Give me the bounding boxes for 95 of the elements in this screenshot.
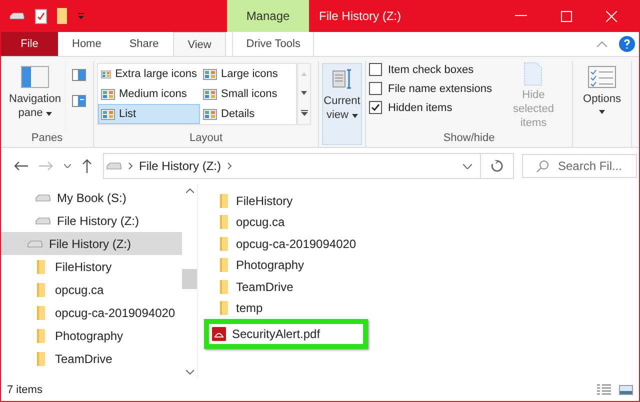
view-icon — [101, 68, 112, 80]
large-icons-view-icon[interactable] — [619, 385, 633, 395]
caret-icon — [46, 112, 52, 116]
more-icon[interactable] — [300, 110, 308, 116]
view-icon — [101, 108, 115, 120]
maximize-icon[interactable] — [561, 10, 572, 22]
column-width-icon — [331, 68, 353, 90]
refresh-button[interactable] — [480, 153, 514, 179]
breadcrumb[interactable]: File History (Z:) — [139, 159, 221, 173]
checkbox-label[interactable]: Hidden items — [388, 102, 452, 114]
group-label: Panes — [30, 132, 64, 146]
back-icon[interactable] — [14, 161, 28, 171]
drive-icon — [35, 216, 51, 224]
scroll-down-icon[interactable] — [301, 90, 307, 95]
close-icon[interactable] — [606, 10, 617, 22]
view-icon — [101, 88, 115, 100]
group-label: Show/hide — [442, 132, 496, 146]
layout-option[interactable]: Large icons — [200, 64, 296, 84]
checklist-icon — [588, 66, 616, 88]
dropdown-icon[interactable] — [77, 12, 85, 20]
scroll-down-icon[interactable] — [186, 370, 194, 375]
scroll-thumb[interactable] — [182, 269, 197, 289]
preview-pane-icon[interactable] — [72, 69, 86, 81]
page-icon — [522, 62, 544, 86]
folder-icon — [37, 282, 45, 296]
nav-item[interactable]: My Book (S:) — [1, 186, 182, 209]
checkbox[interactable] — [369, 82, 382, 95]
checklist-icon[interactable] — [35, 8, 47, 24]
checkbox-label[interactable]: Item check boxes — [388, 64, 474, 76]
caret-icon — [599, 110, 605, 114]
details-view-icon[interactable] — [597, 384, 611, 396]
navigation-pane-button[interactable]: Navigation pane — [4, 61, 66, 132]
context-tab-header: Manage — [227, 0, 309, 32]
view-icon — [203, 88, 217, 100]
navigation-pane-icon — [21, 66, 49, 88]
ribbon-tab[interactable]: File — [1, 32, 58, 56]
search-field[interactable]: Search Fil... — [522, 154, 637, 178]
view-icon — [203, 108, 217, 120]
checkbox[interactable] — [369, 101, 382, 114]
folder-icon — [37, 260, 45, 274]
nav-item[interactable]: File History (Z:) — [1, 209, 182, 232]
nav-item[interactable]: opcug-ca-2019094020 — [1, 301, 182, 324]
file-item[interactable]: SecurityAlert.pdf — [204, 319, 368, 349]
window-title: File History (Z:) — [319, 9, 401, 23]
help-icon[interactable] — [619, 36, 635, 52]
file-item[interactable]: Photography — [212, 254, 362, 276]
chevron-icon[interactable] — [128, 162, 133, 170]
drive-icon — [106, 162, 122, 170]
folder-icon — [37, 352, 45, 366]
collapse-ribbon-icon[interactable] — [597, 41, 607, 47]
nav-item[interactable]: opcug.ca — [1, 278, 182, 301]
file-item[interactable]: opcug-ca-2019094020 — [212, 233, 362, 254]
drive-icon — [9, 11, 25, 21]
file-item[interactable]: opcug.ca — [212, 212, 362, 233]
item-count: 7 items — [7, 384, 42, 396]
folder-icon — [220, 236, 228, 251]
scroll-up-icon[interactable] — [186, 188, 194, 193]
recent-dropdown-icon[interactable] — [64, 164, 71, 168]
folder-icon — [220, 280, 228, 294]
file-item[interactable]: FileHistory — [212, 190, 362, 212]
layout-option[interactable]: Medium icons — [98, 84, 200, 104]
ribbon-tab[interactable]: Drive Tools — [232, 32, 314, 56]
ribbon-tab[interactable]: View — [172, 32, 226, 56]
dropdown-icon[interactable] — [463, 164, 472, 168]
chevron-icon[interactable] — [227, 162, 232, 170]
checkbox-label[interactable]: File name extensions — [388, 82, 492, 94]
folder-icon — [220, 215, 228, 230]
refresh-icon — [491, 160, 503, 172]
drive-icon — [27, 240, 43, 248]
group-label: Layout — [188, 132, 224, 146]
checkbox[interactable] — [369, 63, 382, 76]
layout-option[interactable]: Small icons — [200, 84, 296, 104]
minimize-icon[interactable] — [515, 15, 527, 17]
folder-icon — [220, 301, 228, 316]
caret-icon — [352, 114, 358, 118]
layout-option[interactable]: Details — [200, 104, 296, 124]
view-icon — [203, 68, 217, 80]
drive-icon — [35, 194, 51, 202]
pdf-icon — [212, 327, 226, 341]
folder-icon — [220, 194, 228, 208]
nav-item[interactable]: File History (Z:) — [1, 232, 182, 255]
nav-item[interactable]: FileHistory — [1, 255, 182, 278]
nav-item[interactable]: Photography — [1, 324, 182, 347]
nav-item[interactable]: TeamDrive — [1, 347, 182, 370]
file-item[interactable]: temp — [212, 298, 362, 319]
folder-icon — [37, 328, 45, 342]
file-item[interactable]: TeamDrive — [212, 276, 362, 298]
up-icon[interactable] — [82, 159, 92, 173]
layout-option[interactable]: List — [98, 104, 200, 124]
details-pane-icon[interactable] — [72, 95, 86, 107]
layout-option[interactable]: Extra large icons — [98, 64, 200, 84]
current-view-button[interactable]: Current view — [322, 63, 362, 145]
folder-icon — [220, 258, 228, 272]
options-button[interactable]: Options — [576, 61, 628, 115]
folder-icon — [37, 306, 45, 320]
